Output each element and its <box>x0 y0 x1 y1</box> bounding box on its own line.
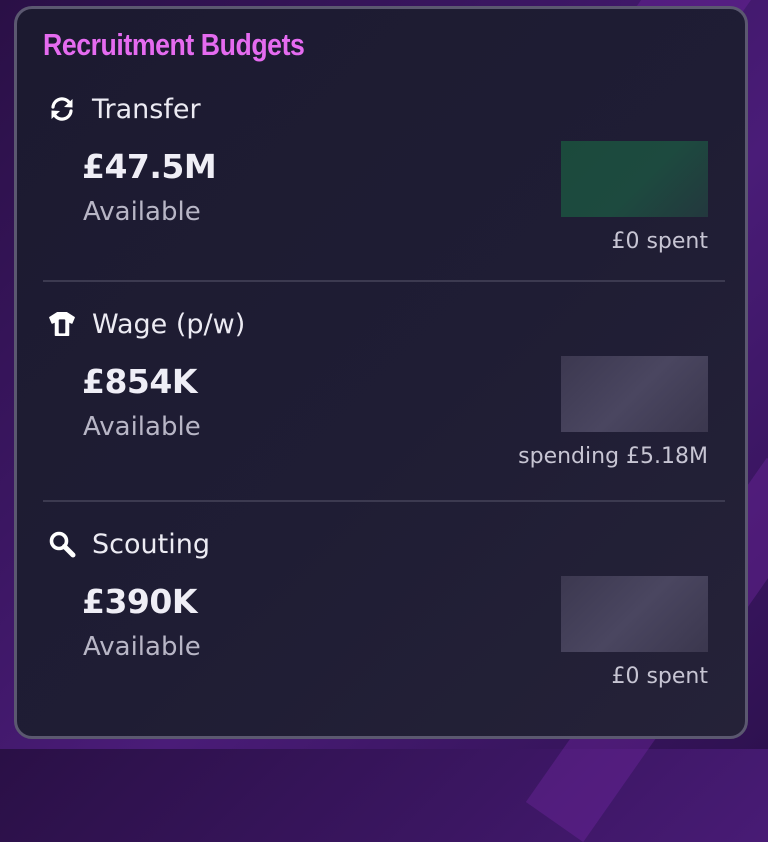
recruitment-budgets-panel: Recruitment Budgets Transfer £47.5M Avai… <box>14 6 748 739</box>
budget-usage-bar <box>561 141 708 217</box>
available-label: Available <box>83 632 201 662</box>
search-icon <box>47 529 77 559</box>
budget-label: Scouting <box>92 528 210 560</box>
panel-title: Recruitment Budgets <box>43 27 305 62</box>
spent-text: £0 spent <box>611 664 708 689</box>
spent-text: spending £5.18M <box>518 444 708 469</box>
budget-amount: £854K <box>82 362 197 401</box>
available-label: Available <box>83 197 201 227</box>
divider <box>43 500 725 502</box>
budget-header: Transfer <box>47 89 201 129</box>
refresh-icon <box>47 94 77 124</box>
budget-wage[interactable]: Wage (p/w) £854K Available spending £5.1… <box>43 304 725 524</box>
shirt-icon <box>47 309 77 339</box>
available-label: Available <box>83 412 201 442</box>
budget-scouting[interactable]: Scouting £390K Available £0 spent <box>43 524 725 736</box>
budget-transfer[interactable]: Transfer £47.5M Available £0 spent <box>43 89 725 309</box>
budget-label: Wage (p/w) <box>92 308 246 340</box>
budget-label: Transfer <box>92 93 201 125</box>
budget-amount: £390K <box>82 582 197 621</box>
budget-header: Scouting <box>47 524 210 564</box>
spent-text: £0 spent <box>611 229 708 254</box>
budget-header: Wage (p/w) <box>47 304 245 344</box>
divider <box>43 280 725 282</box>
budget-usage-bar <box>561 356 708 432</box>
budget-usage-bar <box>561 576 708 652</box>
budget-amount: £47.5M <box>82 147 217 186</box>
